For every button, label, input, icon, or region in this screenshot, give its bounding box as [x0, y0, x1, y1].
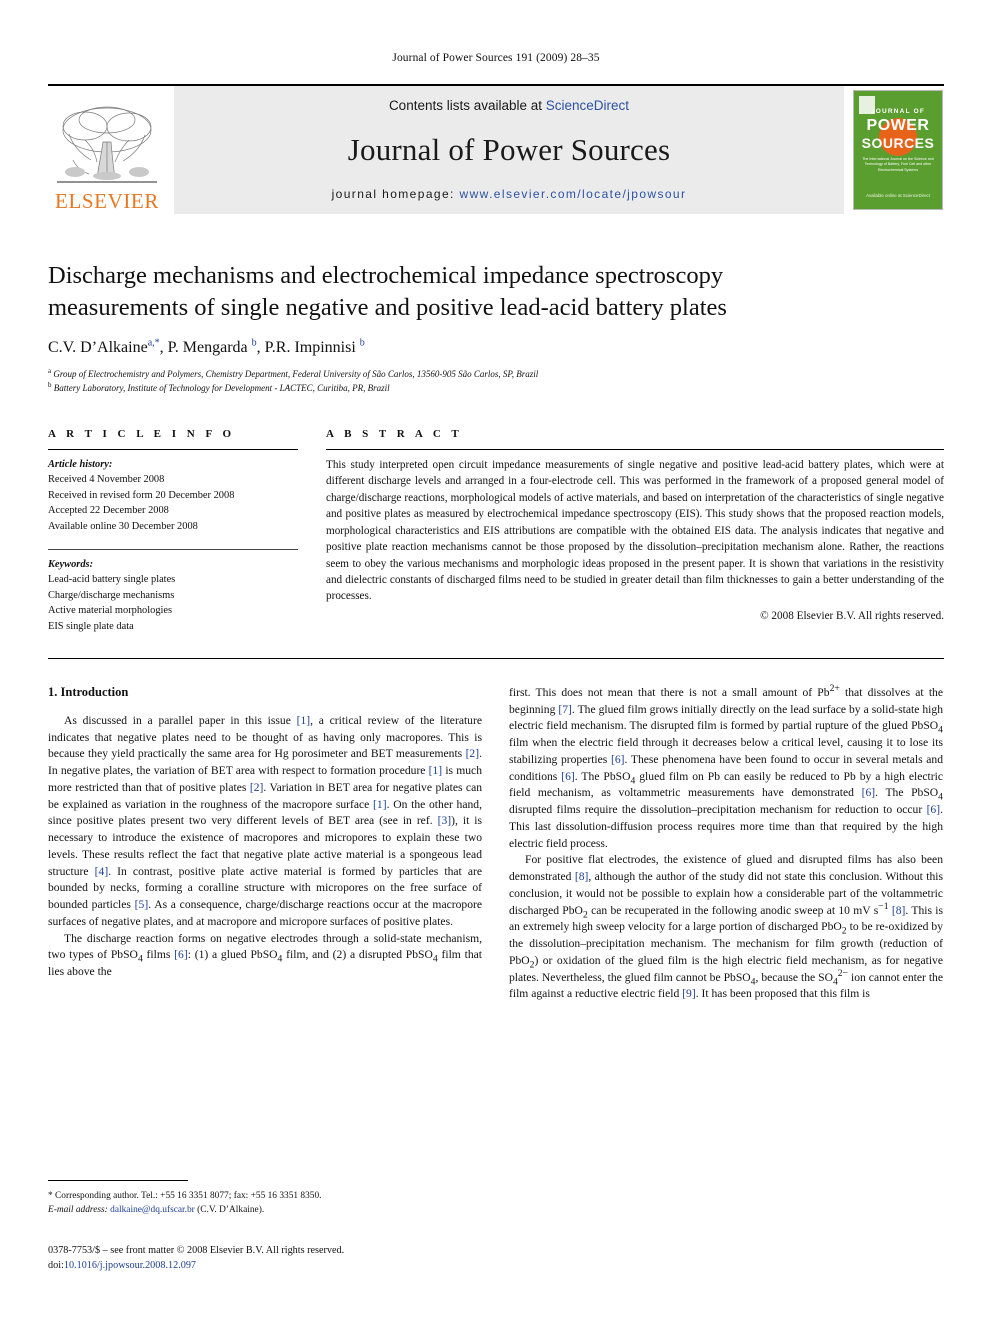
body-paragraph: The discharge reaction forms on negative…	[48, 931, 482, 979]
abstract-text: This study interpreted open circuit impe…	[326, 459, 944, 603]
article-history-item: Received in revised form 20 December 200…	[48, 489, 235, 501]
keywords-block: Keywords: Lead-acid battery single plate…	[48, 549, 298, 634]
journal-cover-container: JOURNAL OF POWER SOURCES The Internation…	[852, 86, 944, 214]
affiliation-a-text: Group of Electrochemistry and Polymers, …	[53, 369, 539, 380]
affiliation-list: a Group of Electrochemistry and Polymers…	[48, 368, 944, 396]
elsevier-tree-icon	[57, 106, 157, 183]
footnote-email-line: E-mail address: dalkaine@dq.ufscar.br (C…	[48, 1203, 482, 1217]
abstract-rule	[326, 449, 944, 451]
abstract-heading: A B S T R A C T	[326, 428, 463, 441]
doi-line: doi:10.1016/j.jpowsour.2008.12.097	[48, 1258, 508, 1273]
article-history-item: Received 4 November 2008	[48, 474, 165, 486]
info-abstract-region: A R T I C L E I N F O Article history: R…	[48, 428, 944, 634]
body-paragraph: As discussed in a parallel paper in this…	[48, 713, 483, 928]
masthead-banner: Contents lists available at ScienceDirec…	[174, 86, 844, 214]
body-columns: 1. Introduction As discussed in a parall…	[48, 683, 944, 1003]
journal-masthead: ELSEVIER Contents lists available at Sci…	[48, 84, 944, 214]
title-block: Discharge mechanisms and electrochemical…	[48, 260, 944, 396]
body-column-left: 1. Introduction As discussed in a parall…	[48, 685, 482, 1003]
affiliation-a: a Group of Electrochemistry and Polymers…	[48, 367, 539, 380]
elsevier-logo: ELSEVIER	[48, 86, 166, 214]
email-owner: (C.V. D’Alkaine).	[197, 1205, 265, 1216]
journal-homepage-link[interactable]: www.elsevier.com/locate/jpowsour	[460, 187, 687, 201]
homepage-prefix: journal homepage:	[331, 187, 460, 201]
article-history-label: Article history:	[48, 459, 113, 471]
body-separator-rule	[48, 657, 944, 659]
article-info-column: A R T I C L E I N F O Article history: R…	[48, 428, 298, 634]
cover-subtitle-text: The International Journal on the Science…	[862, 157, 934, 172]
keyword-item: Lead-acid battery single plates	[48, 574, 176, 586]
keyword-item: Charge/discharge mechanisms	[48, 589, 175, 601]
footnote-corresponding-author: * Corresponding author. Tel.: +55 16 335…	[48, 1191, 322, 1201]
contents-prefix: Contents lists available at	[388, 98, 546, 113]
author-list: C.V. D’Alkainea,*, P. Mengarda b, P.R. I…	[48, 337, 365, 357]
issn-line: 0378-7753/$ – see front matter © 2008 El…	[48, 1245, 345, 1256]
elsevier-wordmark: ELSEVIER	[55, 189, 159, 213]
article-info-rule	[48, 449, 298, 451]
keywords-rule	[48, 549, 298, 551]
article-history-item: Accepted 22 December 2008	[48, 505, 169, 517]
keyword-item: Active material morphologies	[48, 605, 173, 617]
keywords-label: Keywords:	[48, 559, 94, 571]
footnote-rule	[48, 1180, 188, 1181]
contents-list-line: Contents lists available at ScienceDirec…	[389, 98, 629, 113]
journal-article-page: Journal of Power Sources 191 (2009) 28–3…	[0, 0, 992, 1323]
running-head: Journal of Power Sources 191 (2009) 28–3…	[392, 52, 600, 64]
article-info-heading: A R T I C L E I N F O	[48, 428, 236, 441]
cover-journal-of-text: JOURNAL OF	[870, 108, 926, 115]
sciencedirect-link[interactable]: ScienceDirect	[546, 98, 629, 113]
issn-doi-block: 0378-7753/$ – see front matter © 2008 El…	[48, 1243, 508, 1274]
page-title: Discharge mechanisms and electrochemical…	[48, 262, 727, 321]
journal-title: Journal of Power Sources	[347, 132, 671, 167]
section-heading-introduction: 1. Introduction	[48, 684, 129, 699]
body-paragraph: first. This does not mean that there is …	[509, 683, 944, 850]
body-paragraph: For positive flat electrodes, the existe…	[509, 853, 944, 1001]
affiliation-b-text: Battery Laboratory, Institute of Technol…	[53, 383, 390, 394]
abstract-column: A B S T R A C T This study interpreted o…	[326, 428, 944, 634]
corresponding-author-footnote: * Corresponding author. Tel.: +55 16 335…	[48, 1180, 482, 1217]
abstract-copyright: © 2008 Elsevier B.V. All rights reserved…	[760, 609, 944, 622]
cover-power-text: POWER	[866, 117, 930, 134]
keyword-item: EIS single plate data	[48, 620, 134, 632]
journal-cover-image: JOURNAL OF POWER SOURCES The Internation…	[853, 90, 943, 210]
doi-link[interactable]: 10.1016/j.jpowsour.2008.12.097	[64, 1260, 196, 1271]
email-label: E-mail address:	[48, 1205, 108, 1216]
journal-homepage-line: journal homepage: www.elsevier.com/locat…	[332, 187, 687, 201]
doi-label: doi:	[48, 1260, 64, 1272]
email-link[interactable]: dalkaine@dq.ufscar.br	[110, 1205, 195, 1215]
body-column-right: first. This does not mean that there is …	[509, 683, 944, 1003]
article-history-item: Available online 30 December 2008	[48, 520, 198, 532]
cover-sciencedirect-text: Available online at ScienceDirect	[866, 192, 930, 198]
affiliation-b: b Battery Laboratory, Institute of Techn…	[48, 381, 390, 394]
cover-sources-text: SOURCES	[861, 135, 935, 151]
